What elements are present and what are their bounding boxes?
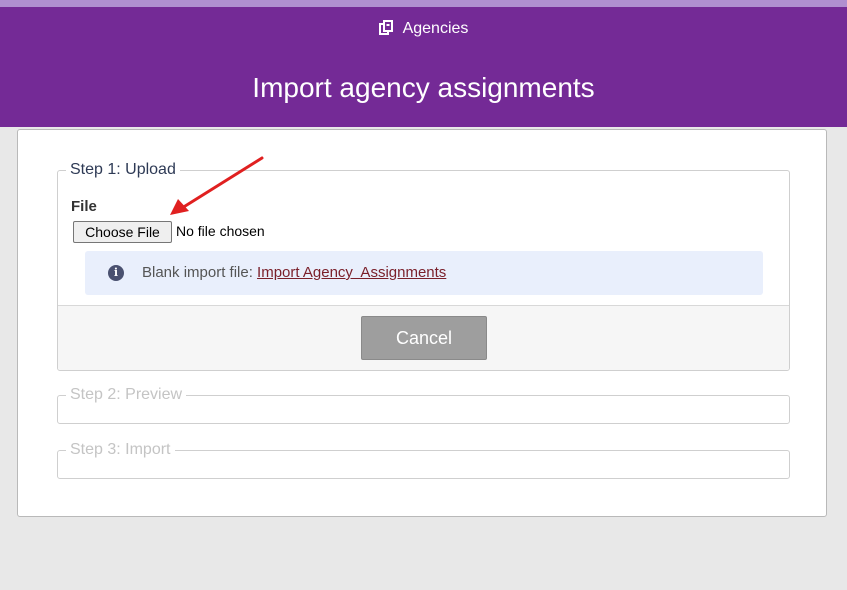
info-icon: i	[108, 265, 124, 281]
page-title: Import agency assignments	[252, 72, 595, 103]
choose-file-button[interactable]: Choose File	[73, 221, 172, 243]
file-label: File	[71, 198, 97, 215]
step-upload-legend: Step 1: Upload	[66, 160, 180, 180]
page-header: Agencies Import agency assignments	[0, 7, 847, 127]
info-box: i Blank import file: Import Agency Assig…	[85, 251, 763, 295]
breadcrumb[interactable]: Agencies	[0, 20, 847, 41]
info-text: Blank import file: Import Agency Assignm…	[142, 264, 446, 281]
step-import: Step 3: Import	[57, 440, 790, 479]
step-upload-footer: Cancel	[58, 305, 789, 370]
top-strip	[0, 0, 847, 7]
info-text-label: Blank import file:	[142, 264, 253, 281]
step-import-legend: Step 3: Import	[66, 440, 175, 460]
blank-import-file-link[interactable]: Import Agency Assignments	[257, 264, 446, 281]
step-upload: Step 1: Upload File Choose File No file …	[57, 160, 790, 371]
step-preview: Step 2: Preview	[57, 385, 790, 424]
agencies-icon	[378, 20, 393, 41]
cancel-button[interactable]: Cancel	[361, 316, 487, 360]
import-card: Step 1: Upload File Choose File No file …	[17, 129, 827, 517]
file-status: No file chosen	[176, 223, 265, 239]
breadcrumb-label[interactable]: Agencies	[403, 20, 469, 37]
step-preview-legend: Step 2: Preview	[66, 385, 187, 405]
